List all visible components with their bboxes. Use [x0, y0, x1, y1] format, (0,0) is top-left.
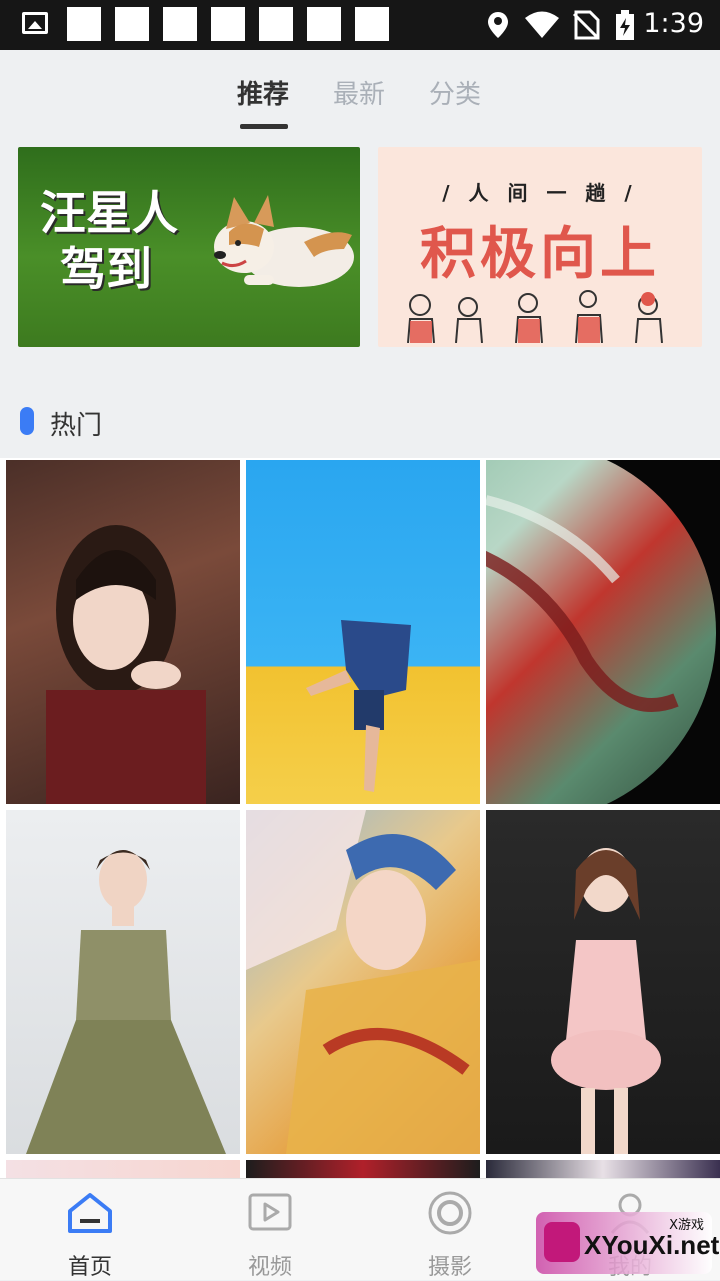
location-icon	[488, 12, 508, 38]
puppy-image	[214, 195, 354, 287]
nav-photo[interactable]: 摄影	[360, 1179, 540, 1281]
top-tabs: 推荐 最新 分类	[0, 50, 720, 145]
nav-home-label: 首页	[67, 1255, 112, 1280]
tab-recommend[interactable]: 推荐	[237, 74, 289, 111]
battery-charging-icon	[616, 10, 634, 40]
banner-carousel[interactable]: 汪星人 驾到 / 人 间 一 趟 / 积极向上	[0, 145, 720, 363]
tab-indicator	[240, 124, 288, 129]
tab-category[interactable]: 分类	[429, 74, 481, 111]
section-indicator	[20, 407, 34, 435]
nav-video[interactable]: 视频	[180, 1179, 360, 1281]
notification-icon	[67, 7, 101, 41]
wallpaper-tile[interactable]	[6, 810, 240, 1154]
watermark: XYouXi.net X游戏	[536, 1212, 719, 1274]
notification-icon	[259, 7, 293, 41]
wallpaper-tile[interactable]	[246, 460, 480, 804]
portrait-image	[26, 850, 226, 1154]
tab-latest[interactable]: 最新	[333, 74, 385, 111]
clock: 1:39	[643, 8, 704, 39]
wallpaper-tile[interactable]	[486, 460, 720, 804]
banner-dog-title-line2: 驾到	[60, 242, 152, 296]
notification-icon	[115, 7, 149, 41]
no-sim-icon	[572, 10, 600, 40]
wifi-icon	[525, 11, 559, 38]
image-notification-icon	[22, 12, 48, 34]
wallpaper-tile[interactable]	[486, 810, 720, 1154]
notification-icon	[307, 7, 341, 41]
banner-positive-subtitle: / 人 间 一 趟 /	[442, 181, 638, 205]
photo-icon	[428, 1191, 472, 1235]
video-icon	[248, 1193, 292, 1231]
hot-title: 热门	[50, 411, 103, 441]
portrait-image	[551, 848, 661, 1154]
banner-dog-title: 汪星人 驾到	[40, 185, 178, 297]
banner-dog[interactable]: 汪星人 驾到	[18, 147, 360, 347]
nav-home[interactable]: 首页	[0, 1179, 180, 1281]
wallpaper-tile[interactable]	[6, 460, 240, 804]
hot-section: 热门	[0, 383, 720, 1280]
nav-video-label: 视频	[247, 1255, 292, 1280]
watermark-brand: XYouXi.net	[584, 1230, 720, 1260]
home-icon	[68, 1193, 112, 1233]
banner-positive-title: 积极向上	[420, 222, 660, 287]
notification-icon	[163, 7, 197, 41]
watermark-logo-icon	[544, 1222, 580, 1262]
banner-positive[interactable]: / 人 间 一 趟 / 积极向上	[378, 147, 702, 347]
notification-icon	[355, 7, 389, 41]
nav-photo-label: 摄影	[427, 1255, 472, 1280]
bottom-navigation: 首页 视频 摄影 我的 XYouXi.net X游戏	[0, 1178, 720, 1280]
status-bar: 1:39	[0, 0, 720, 50]
watermark-small: X游戏	[669, 1218, 704, 1233]
notification-icon	[211, 7, 245, 41]
people-illustration	[407, 290, 663, 343]
portrait-image	[46, 525, 206, 804]
planet-image	[486, 460, 716, 804]
banner-dog-title-line1: 汪星人	[40, 186, 178, 240]
wallpaper-tile[interactable]	[246, 810, 480, 1154]
opera-art-image	[246, 810, 480, 1154]
climber-image	[306, 620, 411, 792]
hot-header: 热门	[0, 383, 720, 458]
